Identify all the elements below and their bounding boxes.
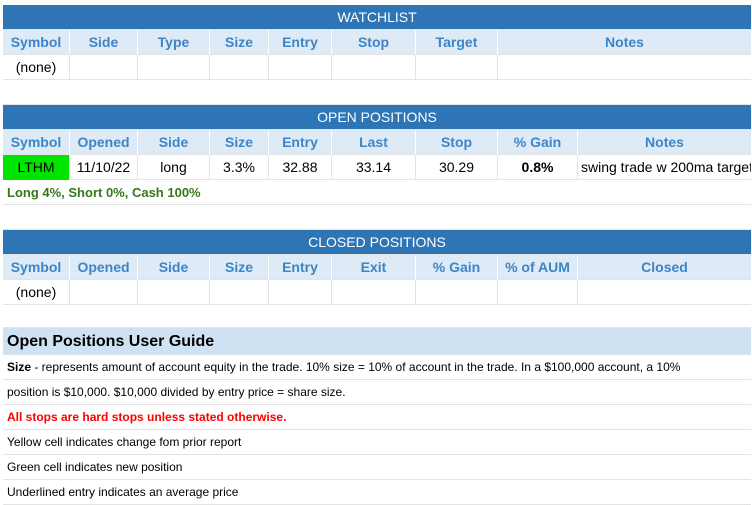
closed-col-aum[interactable]: % of AUM	[498, 255, 578, 280]
guide-size-line-2[interactable]: position is $10,000. $10,000 divided by …	[3, 380, 751, 405]
position-size[interactable]: 3.3%	[210, 155, 269, 180]
closed-col-symbol[interactable]: Symbol	[3, 255, 70, 280]
position-opened[interactable]: 11/10/22	[70, 155, 138, 180]
watchlist-header-row: Symbol Side Type Size Entry Stop Target …	[3, 30, 751, 55]
closed-cell[interactable]	[578, 280, 751, 305]
spacer-row	[3, 80, 751, 105]
closed-cell[interactable]	[498, 280, 578, 305]
closed-empty[interactable]: (none)	[3, 280, 70, 305]
guide-yellow-note[interactable]: Yellow cell indicates change fom prior r…	[3, 430, 751, 455]
position-notes[interactable]: swing trade w 200ma target	[578, 155, 751, 180]
closed-col-gain[interactable]: % Gain	[416, 255, 498, 280]
watchlist-col-stop[interactable]: Stop	[332, 30, 416, 55]
spacer-row	[3, 205, 751, 230]
watchlist-cell[interactable]	[498, 55, 751, 80]
open-col-side[interactable]: Side	[138, 130, 210, 155]
closed-cell[interactable]	[269, 280, 332, 305]
watchlist-col-target[interactable]: Target	[416, 30, 498, 55]
watchlist-col-entry[interactable]: Entry	[269, 30, 332, 55]
watchlist-cell[interactable]	[332, 55, 416, 80]
watchlist-cell[interactable]	[416, 55, 498, 80]
watchlist-col-side[interactable]: Side	[70, 30, 138, 55]
closed-col-exit[interactable]: Exit	[332, 255, 416, 280]
position-side[interactable]: long	[138, 155, 210, 180]
closed-cell[interactable]	[210, 280, 269, 305]
open-positions-title: OPEN POSITIONS	[3, 105, 751, 130]
open-col-opened[interactable]: Opened	[70, 130, 138, 155]
position-stop[interactable]: 30.29	[416, 155, 498, 180]
closed-positions-title: CLOSED POSITIONS	[3, 230, 751, 255]
closed-col-size[interactable]: Size	[210, 255, 269, 280]
watchlist-col-size[interactable]: Size	[210, 30, 269, 55]
watchlist-col-symbol[interactable]: Symbol	[3, 30, 70, 55]
open-col-symbol[interactable]: Symbol	[3, 130, 70, 155]
guide-size-term: Size	[7, 360, 32, 374]
position-gain[interactable]: 0.8%	[498, 155, 578, 180]
closed-cell[interactable]	[416, 280, 498, 305]
closed-cell[interactable]	[70, 280, 138, 305]
guide-green-note[interactable]: Green cell indicates new position	[3, 455, 751, 480]
guide-size-text: - represents amount of account equity in…	[31, 360, 681, 374]
allocation-summary[interactable]: Long 4%, Short 0%, Cash 100%	[3, 180, 751, 205]
open-col-size[interactable]: Size	[210, 130, 269, 155]
open-col-gain[interactable]: % Gain	[498, 130, 578, 155]
watchlist-title: WATCHLIST	[3, 5, 751, 30]
closed-col-side[interactable]: Side	[138, 255, 210, 280]
open-col-entry[interactable]: Entry	[269, 130, 332, 155]
closed-positions-row: (none)	[3, 280, 751, 305]
watchlist-cell[interactable]	[269, 55, 332, 80]
watchlist-row: (none)	[3, 55, 751, 80]
closed-col-entry[interactable]: Entry	[269, 255, 332, 280]
closed-col-closed[interactable]: Closed	[578, 255, 751, 280]
closed-cell[interactable]	[332, 280, 416, 305]
allocation-row: Long 4%, Short 0%, Cash 100%	[3, 180, 751, 205]
closed-positions-header-row: Symbol Opened Side Size Entry Exit % Gai…	[3, 255, 751, 280]
open-col-stop[interactable]: Stop	[416, 130, 498, 155]
watchlist-col-type[interactable]: Type	[138, 30, 210, 55]
open-col-last[interactable]: Last	[332, 130, 416, 155]
position-symbol[interactable]: LTHM	[3, 155, 70, 180]
open-col-notes[interactable]: Notes	[578, 130, 751, 155]
guide-underline-note[interactable]: Underlined entry indicates an average pr…	[3, 480, 751, 505]
guide-size-line-1[interactable]: Size - represents amount of account equi…	[3, 355, 751, 380]
spacer-row	[3, 305, 751, 328]
watchlist-cell[interactable]	[70, 55, 138, 80]
open-positions-header-row: Symbol Opened Side Size Entry Last Stop …	[3, 130, 751, 155]
closed-cell[interactable]	[138, 280, 210, 305]
position-entry[interactable]: 32.88	[269, 155, 332, 180]
guide-stops-note[interactable]: All stops are hard stops unless stated o…	[3, 405, 751, 430]
watchlist-cell[interactable]	[138, 55, 210, 80]
table-row: LTHM 11/10/22 long 3.3% 32.88 33.14 30.2…	[3, 155, 751, 180]
watchlist-col-notes[interactable]: Notes	[498, 30, 751, 55]
watchlist-empty[interactable]: (none)	[3, 55, 70, 80]
position-last[interactable]: 33.14	[332, 155, 416, 180]
watchlist-cell[interactable]	[210, 55, 269, 80]
closed-col-opened[interactable]: Opened	[70, 255, 138, 280]
guide-title[interactable]: Open Positions User Guide	[3, 328, 751, 355]
